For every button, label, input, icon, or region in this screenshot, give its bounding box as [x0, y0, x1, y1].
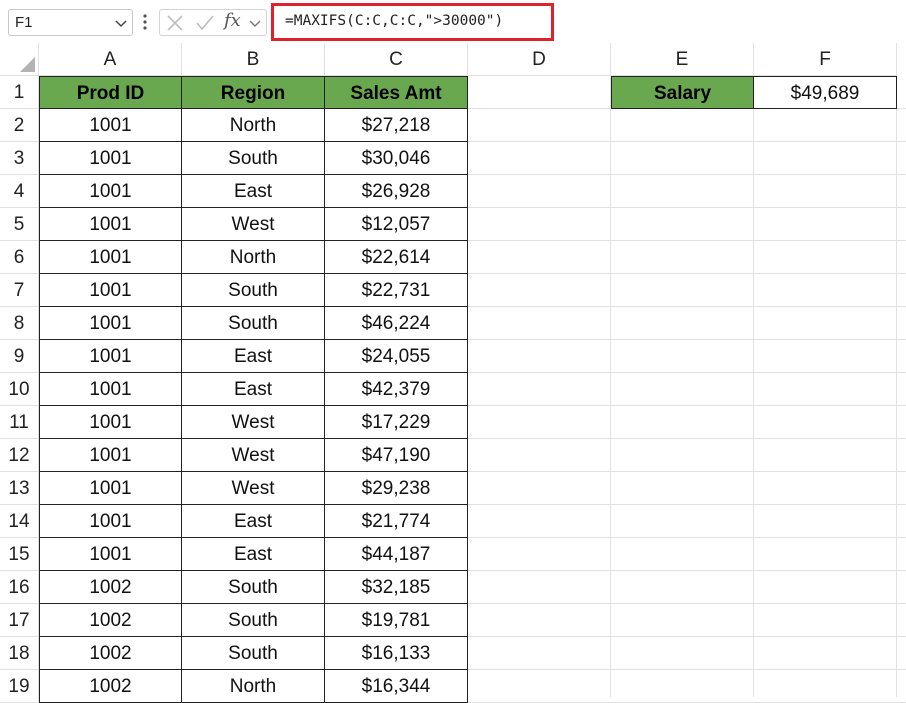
- table-cell[interactable]: North: [182, 241, 325, 274]
- table-header-cell[interactable]: Sales Amt: [325, 76, 468, 109]
- table-cell[interactable]: South: [182, 142, 325, 175]
- table-cell[interactable]: $24,055: [325, 340, 468, 373]
- chevron-down-icon[interactable]: [249, 16, 261, 30]
- table-cell[interactable]: $16,344: [325, 670, 468, 703]
- table-cell[interactable]: $19,781: [325, 604, 468, 637]
- table-cell[interactable]: 1001: [39, 505, 182, 538]
- table-cell[interactable]: 1001: [39, 373, 182, 406]
- row-header-12[interactable]: 12: [0, 439, 39, 472]
- table-cell[interactable]: 1002: [39, 571, 182, 604]
- table-header-cell[interactable]: Prod ID: [39, 76, 182, 109]
- result-value-cell[interactable]: $49,689: [754, 76, 897, 109]
- spreadsheet-grid: A B C D E F 1 2 3 4 5 6 7 8 9 10 11 12 13 14 15 16 17 18 19 Prod …: [0, 43, 906, 703]
- row-header-9[interactable]: 9: [0, 340, 39, 373]
- table-cell[interactable]: 1001: [39, 208, 182, 241]
- table-cell[interactable]: West: [182, 439, 325, 472]
- table-cell[interactable]: West: [182, 208, 325, 241]
- table-cell[interactable]: East: [182, 538, 325, 571]
- table-cell[interactable]: 1001: [39, 109, 182, 142]
- column-header-f[interactable]: F: [754, 43, 897, 76]
- table-cell[interactable]: $17,229: [325, 406, 468, 439]
- table-cell[interactable]: 1001: [39, 406, 182, 439]
- row-header-8[interactable]: 8: [0, 307, 39, 340]
- row-header-10[interactable]: 10: [0, 373, 39, 406]
- row-header-17[interactable]: 17: [0, 604, 39, 637]
- table-cell[interactable]: 1001: [39, 175, 182, 208]
- result-label-cell[interactable]: Salary: [611, 76, 754, 109]
- table-cell[interactable]: $12,057: [325, 208, 468, 241]
- row-header-13[interactable]: 13: [0, 472, 39, 505]
- row-header-7[interactable]: 7: [0, 274, 39, 307]
- row-header-6[interactable]: 6: [0, 241, 39, 274]
- table-cell[interactable]: $16,133: [325, 637, 468, 670]
- row-header-14[interactable]: 14: [0, 505, 39, 538]
- table-cell[interactable]: 1001: [39, 472, 182, 505]
- table-cell[interactable]: South: [182, 571, 325, 604]
- table-cell[interactable]: $29,238: [325, 472, 468, 505]
- table-cell[interactable]: 1002: [39, 604, 182, 637]
- table-cell[interactable]: 1001: [39, 241, 182, 274]
- table-cell[interactable]: 1001: [39, 439, 182, 472]
- table-cell[interactable]: $42,379: [325, 373, 468, 406]
- table-cell[interactable]: $22,614: [325, 241, 468, 274]
- table-cell[interactable]: East: [182, 340, 325, 373]
- table-cell[interactable]: East: [182, 175, 325, 208]
- table-cell[interactable]: 1001: [39, 340, 182, 373]
- row-header-16[interactable]: 16: [0, 571, 39, 604]
- table-cell[interactable]: $47,190: [325, 439, 468, 472]
- table-cell[interactable]: 1001: [39, 307, 182, 340]
- table-cell[interactable]: $44,187: [325, 538, 468, 571]
- table-cell[interactable]: North: [182, 670, 325, 703]
- more-options-icon[interactable]: [143, 13, 147, 31]
- name-box[interactable]: F1: [8, 9, 133, 36]
- table-cell[interactable]: $27,218: [325, 109, 468, 142]
- table-cell[interactable]: South: [182, 274, 325, 307]
- table-cell[interactable]: South: [182, 604, 325, 637]
- row-header-2[interactable]: 2: [0, 109, 39, 142]
- enter-checkmark-icon[interactable]: [195, 14, 215, 32]
- table-cell[interactable]: 1002: [39, 637, 182, 670]
- column-header-e[interactable]: E: [611, 43, 754, 76]
- table-cell[interactable]: $22,731: [325, 274, 468, 307]
- row-header-18[interactable]: 18: [0, 637, 39, 670]
- table-cell[interactable]: 1002: [39, 670, 182, 703]
- table-cell[interactable]: $46,224: [325, 307, 468, 340]
- formula-highlight-box: [271, 3, 554, 41]
- table-cell[interactable]: $26,928: [325, 175, 468, 208]
- table-cell[interactable]: East: [182, 505, 325, 538]
- table-cell[interactable]: 1001: [39, 274, 182, 307]
- table-cell[interactable]: $30,046: [325, 142, 468, 175]
- column-header-d[interactable]: D: [468, 43, 611, 76]
- column-header-b[interactable]: B: [182, 43, 325, 76]
- row-header-4[interactable]: 4: [0, 175, 39, 208]
- insert-function-icon[interactable]: fx: [224, 10, 241, 31]
- table-cell[interactable]: 1001: [39, 142, 182, 175]
- row-header-1[interactable]: 1: [0, 76, 39, 109]
- column-header-a[interactable]: A: [39, 43, 182, 76]
- row-header-5[interactable]: 5: [0, 208, 39, 241]
- column-header-c[interactable]: C: [325, 43, 468, 76]
- table-cell[interactable]: 1001: [39, 538, 182, 571]
- row-header-3[interactable]: 3: [0, 142, 39, 175]
- table-cell[interactable]: $32,185: [325, 571, 468, 604]
- formula-buttons: fx: [159, 9, 267, 36]
- select-all-corner[interactable]: [0, 43, 39, 76]
- table-cell[interactable]: West: [182, 406, 325, 439]
- row-header-11[interactable]: 11: [0, 406, 39, 439]
- table-cell[interactable]: South: [182, 307, 325, 340]
- cancel-icon[interactable]: [166, 14, 184, 32]
- table-cell[interactable]: North: [182, 109, 325, 142]
- row-header-15[interactable]: 15: [0, 538, 39, 571]
- row-header-19[interactable]: 19: [0, 670, 39, 703]
- table-cell[interactable]: $21,774: [325, 505, 468, 538]
- chevron-down-icon[interactable]: [114, 16, 128, 30]
- table-cell[interactable]: South: [182, 637, 325, 670]
- table-cell[interactable]: East: [182, 373, 325, 406]
- table-cell[interactable]: West: [182, 472, 325, 505]
- name-box-value: F1: [15, 14, 33, 31]
- table-header-cell[interactable]: Region: [182, 76, 325, 109]
- formula-bar: F1 fx =MAXIFS(C:C,C:C,">30000"): [0, 0, 906, 43]
- select-all-triangle-icon: [20, 57, 35, 72]
